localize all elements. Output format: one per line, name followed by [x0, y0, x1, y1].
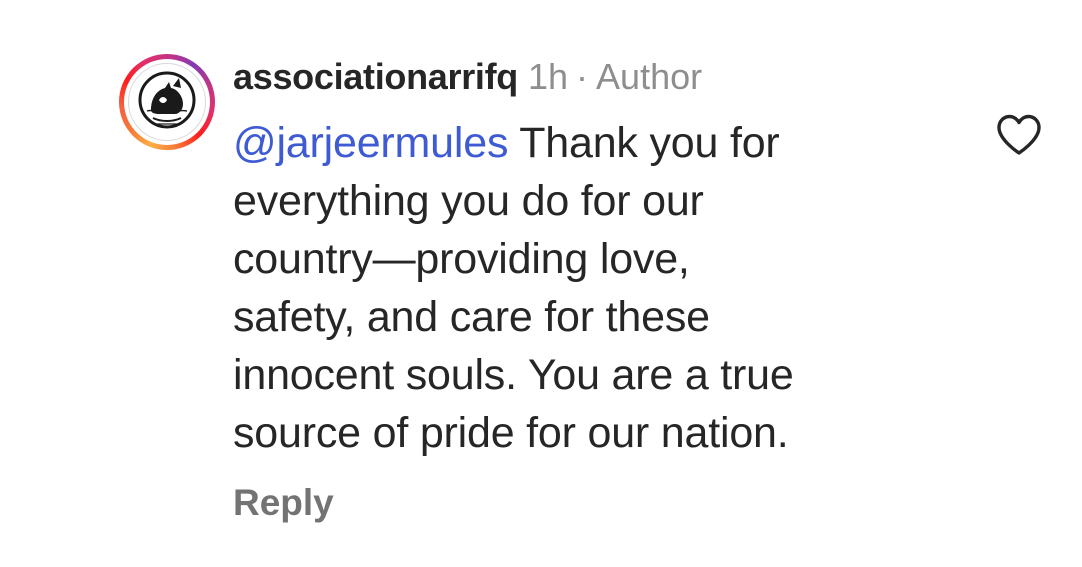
like-button[interactable]: [995, 113, 1043, 157]
heart-outline-icon: [997, 114, 1041, 155]
author-badge: Author: [596, 56, 703, 97]
comment-text: @jarjeermules Thank you for everything y…: [233, 114, 933, 462]
meta-separator: ·: [576, 56, 589, 97]
comment-line: country—providing love,: [233, 235, 690, 283]
username[interactable]: associationarrifq: [233, 56, 518, 98]
mention-link[interactable]: @jarjeermules: [233, 119, 508, 167]
comment: associationarrifq 1h · Author @jarjeermule…: [0, 0, 1082, 567]
comment-line: everything you do for our: [233, 177, 704, 225]
animal-logo-icon: [130, 65, 204, 139]
avatar-story-ring[interactable]: [119, 54, 215, 150]
comment-meta: 1h · Author: [528, 56, 702, 98]
comment-line: innocent souls. You are a true: [233, 351, 794, 399]
avatar-gap: [124, 59, 210, 145]
comment-line: source of pride for our nation.: [233, 409, 789, 457]
reply-button[interactable]: Reply: [233, 482, 334, 524]
comment-line: Thank you for: [508, 119, 780, 167]
comment-line: safety, and care for these: [233, 293, 710, 341]
comment-header: associationarrifq 1h · Author: [233, 56, 702, 102]
avatar[interactable]: [128, 63, 206, 141]
timestamp: 1h: [528, 56, 569, 97]
